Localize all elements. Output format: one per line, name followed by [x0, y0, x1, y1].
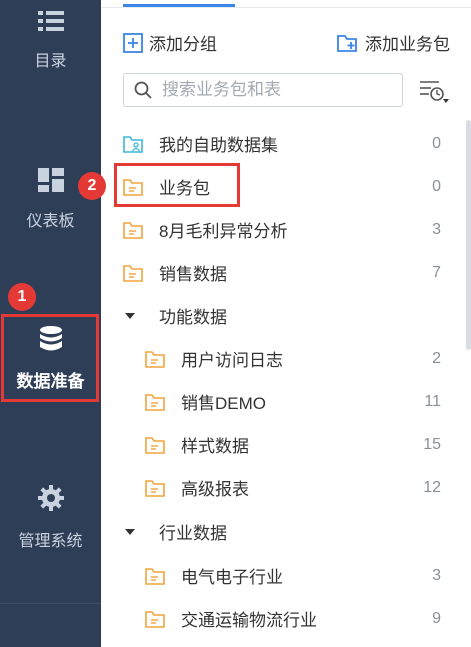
nav-label-admin: 管理系统	[18, 533, 83, 550]
add-group-button[interactable]: 添加分组	[123, 30, 217, 55]
tree-group-label: 功能数据	[159, 308, 227, 327]
add-package-label: 添加业务包	[365, 35, 450, 54]
top-divider	[101, 7, 471, 8]
annotation-marker-2: 2	[78, 172, 106, 200]
add-folder-icon	[337, 34, 357, 52]
tree-item-label: 用户访问日志	[181, 351, 283, 370]
tree-item-count: 11	[424, 392, 441, 410]
tree-item-count: 0	[432, 134, 441, 152]
add-group-icon	[123, 32, 143, 53]
caret-down-icon[interactable]	[125, 529, 135, 535]
caret-down-icon[interactable]	[125, 313, 135, 319]
gear-icon	[0, 484, 101, 517]
folder-icon	[123, 221, 143, 239]
tree-item-count: 9	[432, 609, 441, 627]
nav-label-catalog: 目录	[34, 53, 67, 70]
tree-item-margin-analysis[interactable]: 8月毛利异常分析 3	[101, 208, 461, 251]
tree-item-label: 8月毛利异常分析	[159, 222, 288, 241]
tree-item-count: 12	[423, 478, 441, 496]
folder-icon	[145, 393, 165, 411]
folder-icon	[145, 350, 165, 368]
folder-icon	[123, 264, 143, 282]
tree-group-industry-data[interactable]: 行业数据	[101, 510, 461, 553]
tree-item-count: 2	[432, 349, 441, 367]
nav-item-admin[interactable]: 管理系统	[0, 484, 101, 551]
main-panel: 添加分组 添加业务包 我的自	[101, 0, 471, 647]
tree-item-transport[interactable]: 交通运输物流行业 9	[101, 597, 461, 640]
tree-item-count: 3	[432, 220, 441, 238]
search-input[interactable]	[162, 80, 392, 100]
annotation-box-2	[114, 163, 240, 207]
sort-filter-button[interactable]	[419, 78, 449, 104]
tree-group-functional-data[interactable]: 功能数据	[101, 294, 461, 337]
tree-item-sales-demo[interactable]: 销售DEMO 11	[101, 380, 461, 423]
tree-item-count: 15	[423, 435, 441, 453]
tree-item-label: 样式数据	[181, 437, 249, 456]
tree-item-label: 销售DEMO	[181, 394, 266, 413]
tree-item-label: 我的自助数据集	[159, 136, 278, 155]
list-icon	[0, 10, 101, 37]
nav-label-dashboard: 仪表板	[26, 213, 75, 230]
tree-item-style-data[interactable]: 样式数据 15	[101, 423, 461, 466]
tree-item-label: 高级报表	[181, 480, 249, 499]
tree-item-label: 交通运输物流行业	[181, 611, 317, 630]
tree-item-advanced-report[interactable]: 高级报表 12	[101, 466, 461, 509]
tree-item-count: 0	[432, 177, 441, 195]
tree-group-label: 行业数据	[159, 524, 227, 543]
add-group-label: 添加分组	[149, 35, 217, 54]
annotation-box-1	[1, 314, 99, 402]
add-package-button[interactable]: 添加业务包	[337, 30, 450, 55]
folder-icon	[145, 479, 165, 497]
folder-icon	[145, 567, 165, 585]
tree-item-count: 7	[432, 263, 441, 281]
search-icon	[134, 81, 152, 99]
folder-icon	[145, 436, 165, 454]
tree-item-label: 电气电子行业	[181, 568, 283, 587]
nav-item-catalog[interactable]: 目录	[0, 10, 101, 71]
nav-divider	[0, 603, 101, 604]
tree-item-sales-data[interactable]: 销售数据 7	[101, 251, 461, 294]
tree-item-label: 销售数据	[159, 265, 227, 284]
self-service-folder-icon	[123, 135, 143, 153]
search-box	[123, 73, 403, 107]
tree-item-electrical[interactable]: 电气电子行业 3	[101, 554, 461, 597]
scrollbar[interactable]	[466, 120, 471, 350]
folder-icon	[145, 610, 165, 628]
tree-item-count: 3	[432, 566, 441, 584]
sort-clock-icon	[420, 81, 449, 103]
annotation-marker-1: 1	[8, 283, 36, 311]
tree-item-user-access-log[interactable]: 用户访问日志 2	[101, 337, 461, 380]
tree-item-self-service[interactable]: 我的自助数据集 0	[101, 122, 461, 165]
